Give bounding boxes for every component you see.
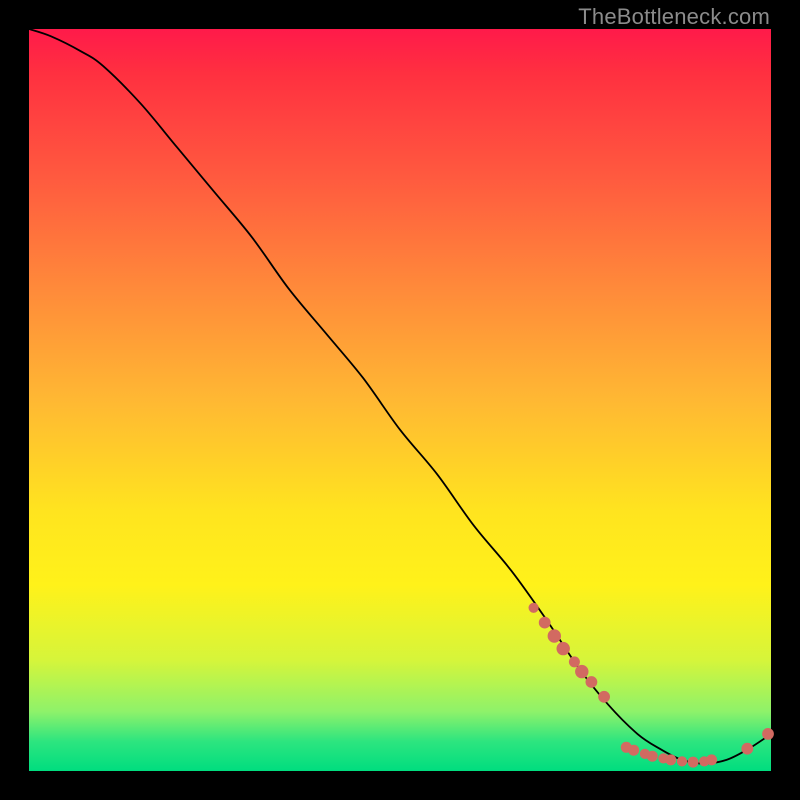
- data-marker: [529, 603, 539, 613]
- data-marker: [628, 745, 639, 756]
- data-marker: [575, 665, 588, 678]
- data-marker: [647, 751, 658, 762]
- chart-frame: TheBottleneck.com: [0, 0, 800, 800]
- data-marker: [539, 617, 551, 629]
- data-marker: [741, 743, 753, 755]
- data-marker: [677, 756, 687, 766]
- data-marker: [557, 642, 570, 655]
- data-marker: [688, 757, 699, 768]
- data-marker: [548, 629, 561, 642]
- bottleneck-line: [29, 29, 771, 764]
- data-marker: [598, 691, 610, 703]
- bottleneck-curve-svg: [29, 29, 771, 771]
- data-marker: [665, 754, 676, 765]
- watermark-text: TheBottleneck.com: [578, 4, 770, 30]
- data-marker: [762, 728, 774, 740]
- data-marker: [569, 656, 580, 667]
- data-marker: [706, 754, 717, 765]
- plot-area: [29, 29, 771, 771]
- data-marker: [586, 676, 598, 688]
